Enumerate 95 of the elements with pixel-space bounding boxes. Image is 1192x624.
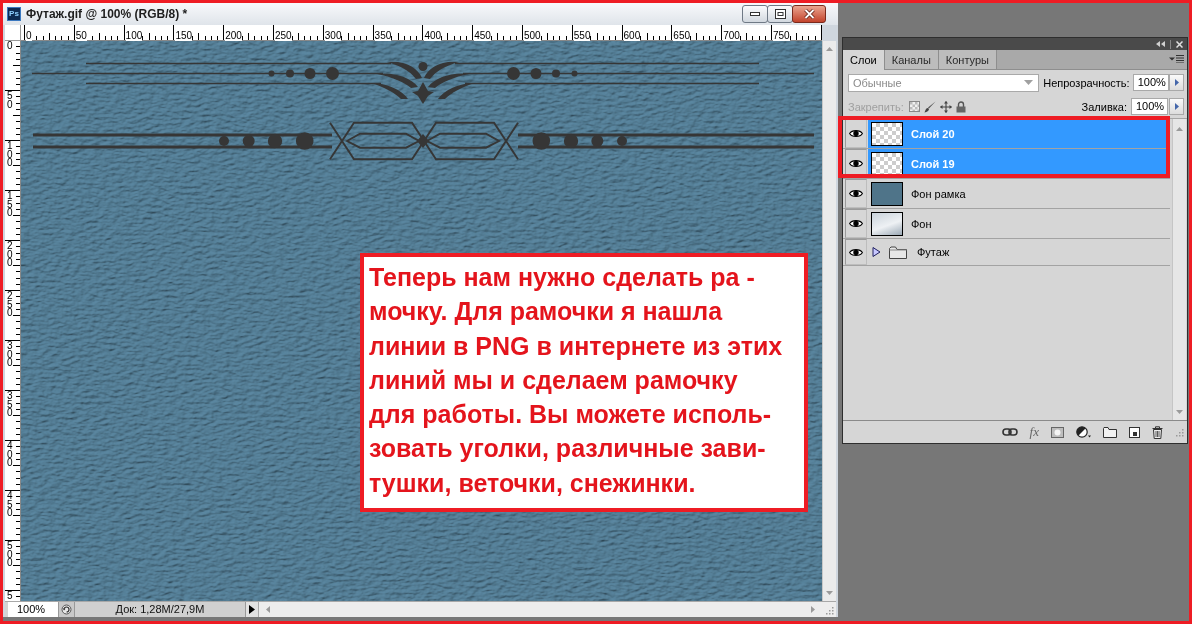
ruler-corner (5, 25, 21, 41)
minimize-icon (750, 12, 760, 16)
checkerboard-thumbnail (871, 151, 903, 176)
ruler-label: 250 (275, 31, 292, 41)
minimize-button[interactable] (742, 5, 768, 23)
opacity-label: Непрозрачность: (1043, 76, 1130, 89)
visibility-toggle[interactable] (845, 209, 867, 238)
ruler-label: 0 (26, 31, 32, 41)
close-button[interactable] (792, 5, 826, 23)
ruler-label: 600 (623, 31, 641, 41)
visibility-toggle[interactable] (845, 239, 867, 265)
ruler-label: 700 (723, 31, 740, 41)
mask-icon[interactable] (1051, 426, 1064, 438)
rotate-icon (61, 604, 72, 615)
restore-button[interactable] (767, 5, 793, 23)
folder-icon[interactable] (1103, 426, 1117, 438)
restore-icon (774, 9, 786, 19)
fill-slider-button[interactable] (1169, 98, 1184, 115)
new-layer-icon[interactable] (1129, 426, 1140, 438)
ruler-label: 150 (175, 31, 193, 41)
ruler-label: 5 (7, 592, 13, 601)
adjustment-icon[interactable] (1076, 426, 1091, 438)
eye-icon (849, 247, 863, 257)
ruler-label: 0 (7, 42, 13, 51)
photo-placeholder (871, 211, 903, 236)
ruler-label: 350 (374, 31, 392, 41)
caret-icon (1174, 103, 1179, 110)
ruler-label: 550 (573, 31, 591, 41)
layer-name: Фон рамка (911, 187, 966, 200)
fill-field[interactable]: 100% (1131, 98, 1168, 115)
panel-menu-icon[interactable] (1169, 55, 1184, 63)
link-icon[interactable] (1001, 428, 1018, 436)
eye-icon (849, 219, 863, 228)
layer-name: Слой 20 (911, 127, 955, 140)
ruler-label: 450 (474, 31, 491, 41)
zoom-field[interactable]: 100% (8, 602, 58, 617)
effects-button[interactable]: fx (1029, 424, 1039, 440)
eye-icon (849, 189, 863, 198)
close-icon[interactable] (1176, 40, 1183, 48)
ruler-label: 350 (7, 392, 13, 418)
ruler-label: 300 (7, 342, 13, 368)
layer-row[interactable]: Фон (868, 209, 1170, 238)
ruler-label: 500 (523, 31, 541, 41)
ruler-label: 650 (673, 31, 691, 41)
callout-note: Теперь нам нужно сделать ра - мочку. Для рамочки я нашла линии в PNG в интернете из этих линий мы и сделаем рамочку для работы. Вы можете исполь- зовать уголки, различные зави- тушки, веточки, снежинки. (360, 253, 808, 513)
document-info[interactable]: Док: 1,28M/27,9M (75, 602, 245, 617)
move-icon[interactable] (939, 100, 952, 113)
checkerboard-icon[interactable] (908, 101, 920, 112)
layer-name: Футаж (917, 246, 950, 258)
trash-icon[interactable] (1152, 425, 1163, 439)
panel-tab[interactable]: Каналы (884, 50, 939, 69)
lock-icon[interactable] (955, 100, 966, 113)
ruler-label: 450 (7, 492, 13, 518)
status-menu-button[interactable] (245, 602, 258, 617)
layer-name: Фон (911, 217, 932, 230)
caret-icon (1174, 79, 1179, 86)
opacity-slider-button[interactable] (1169, 74, 1184, 91)
ruler-label: 250 (7, 292, 13, 318)
ruler-label: 400 (7, 442, 13, 468)
ruler-label: 500 (7, 542, 13, 568)
visibility-toggle[interactable] (845, 179, 867, 208)
caret-icon (1024, 80, 1034, 85)
caret-icon[interactable] (872, 247, 881, 257)
app-icon: Ps (7, 7, 21, 21)
opacity-field[interactable]: 100% (1132, 74, 1170, 91)
visibility-toggle[interactable] (845, 119, 867, 148)
checkerboard-thumbnail (871, 121, 903, 146)
ruler-label: 750 (772, 31, 790, 41)
fill-label: Заливка: (1081, 100, 1127, 113)
eye-icon (849, 129, 863, 138)
panel-tab[interactable]: Контуры (938, 50, 997, 69)
layer-thumbnail (871, 181, 903, 206)
close-icon (803, 9, 815, 19)
layer-name: Слой 19 (911, 157, 955, 170)
brush-icon[interactable] (923, 100, 936, 113)
ruler-label: 300 (324, 31, 342, 41)
ruler-label: 100 (7, 142, 13, 168)
resize-grip-icon[interactable] (824, 606, 834, 615)
status-button[interactable] (58, 602, 75, 617)
ruler-label: 100 (125, 31, 143, 41)
ruler-label: 150 (7, 192, 13, 218)
folder-icon (889, 245, 907, 259)
resize-grip-icon[interactable] (1175, 427, 1184, 437)
triangle-icon (249, 605, 255, 614)
ruler-label: 200 (7, 242, 13, 268)
ruler-label: 50 (75, 31, 87, 41)
ruler-label: 200 (225, 31, 242, 41)
eye-icon (849, 159, 863, 168)
window-title: Футаж.gif @ 100% (RGB/8) * (26, 7, 189, 21)
panel-tab[interactable]: Слои (843, 50, 885, 70)
layer-row[interactable]: Футаж (868, 239, 1170, 265)
collapse-icon[interactable] (1156, 41, 1165, 47)
ruler-label: 50 (7, 92, 13, 109)
ruler-label: 400 (424, 31, 442, 41)
layer-row[interactable]: Фон рамка (868, 179, 1170, 208)
